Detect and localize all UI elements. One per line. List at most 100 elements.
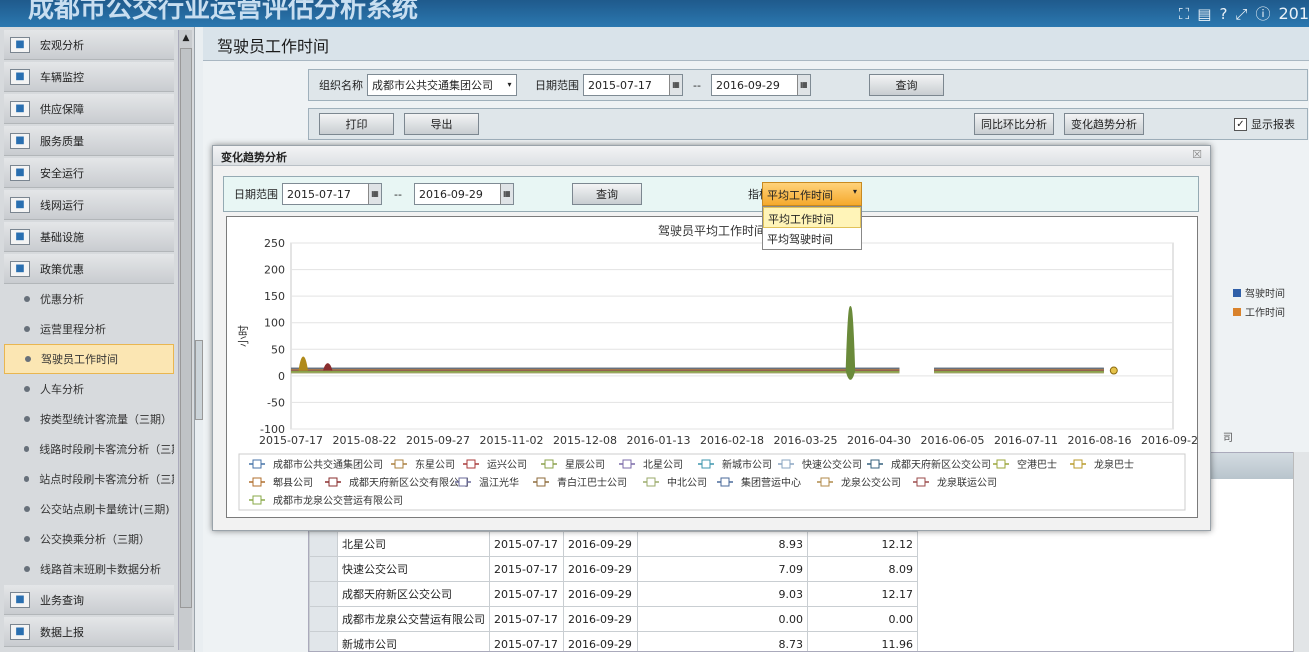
sidebar-item-2[interactable]: ■ 供应保障	[4, 94, 174, 124]
export-button[interactable]: 导出	[404, 113, 479, 135]
legend-marker	[536, 477, 546, 487]
table-cell: 成都市龙泉公交营运有限公司	[337, 606, 490, 632]
legend-label: 快速公交公司	[802, 458, 862, 471]
legend-label: 北星公司	[643, 459, 683, 471]
sidebar-subitem-7[interactable]: 公交站点刷卡量统计(三期)	[4, 494, 174, 524]
sidebar-item-label: 基础设施	[40, 230, 84, 244]
sidebar-subitem-label: 按类型统计客流量（三期）	[40, 413, 172, 426]
sidebar-subitem-5[interactable]: 线路时段刷卡客流分析（三期）	[4, 434, 174, 464]
legend-label: 星辰公司	[565, 459, 605, 471]
side-legend: 驾驶时间 工作时间	[1233, 285, 1308, 323]
sidebar-item-label: 政策优惠	[40, 262, 84, 276]
x-tick-label: 2016-03-25	[774, 434, 838, 447]
trend-analysis-button[interactable]: 变化趋势分析	[1064, 113, 1144, 135]
help-icon[interactable]: ?	[1219, 5, 1227, 23]
sidebar-subitem-2[interactable]: 驾驶员工作时间	[4, 344, 174, 374]
show-report-checkbox[interactable]: ✓	[1234, 117, 1247, 131]
y-tick-label: 50	[271, 343, 285, 356]
table-cell: 2015-07-17	[489, 531, 564, 557]
info-icon[interactable]: ⓘ	[1255, 3, 1270, 24]
sidebar-subitem-label: 运营里程分析	[40, 323, 106, 336]
sidebar-subitem-3[interactable]: 人车分析	[4, 374, 174, 404]
sidebar-bottom-item-0[interactable]: ■ 业务查询	[4, 585, 174, 615]
sidebar-scrollbar[interactable]: ▲	[178, 30, 192, 650]
metric-select[interactable]: 平均工作时间 ▾	[762, 182, 862, 206]
bullet-icon	[25, 356, 31, 362]
table-cell: 11.96	[807, 631, 918, 651]
x-tick-label: 2016-07-11	[994, 434, 1058, 447]
sidebar-item-4[interactable]: ■ 安全运行	[4, 158, 174, 188]
sidebar-item-6[interactable]: ■ 基础设施	[4, 222, 174, 252]
side-legend-item: 驾驶时间	[1233, 285, 1308, 300]
org-select[interactable]: 成都市公共交通集团公司 ▾	[367, 74, 517, 96]
legend-label: 郫县公司	[273, 476, 313, 489]
table-row[interactable]: 成都市龙泉公交营运有限公司 2015-07-17 2016-09-29 0.00 0.0…	[309, 606, 918, 632]
print-button[interactable]: 打印	[319, 113, 394, 135]
legend-marker	[394, 459, 404, 469]
keyboard-icon[interactable]: ▤	[1197, 5, 1211, 23]
supply-icon: ■	[10, 100, 30, 117]
sidebar-item-1[interactable]: ■ 车辆监控	[4, 62, 174, 92]
option-avg-drive-time[interactable]: 平均驾驶时间	[763, 228, 861, 249]
table-row[interactable]: 新城市公司 2015-07-17 2016-09-29 8.73 11.96	[309, 631, 918, 651]
grid-scrollbar[interactable]	[1293, 452, 1309, 652]
trend-chart: 驾驶员平均工作时间 250 200 150 100 50 0 -50 -100 2015-07-1…	[226, 216, 1198, 518]
plot-area	[290, 242, 1174, 430]
sidebar-subitem-8[interactable]: 公交换乘分析（三期）	[4, 524, 174, 554]
end-date-field[interactable]: 2016-09-29 ▦	[710, 74, 811, 96]
table-cell: 0.00	[807, 606, 918, 632]
chevron-down-icon: ▾	[852, 187, 857, 196]
range-label: 日期范围	[535, 79, 579, 92]
dialog-query-button[interactable]: 查询	[571, 183, 642, 205]
legend-label: 集团营运中心	[741, 476, 801, 489]
legend-label: 东星公司	[415, 458, 455, 471]
sidebar-collapse-handle[interactable]	[195, 340, 203, 420]
safety-icon: ■	[10, 164, 30, 181]
sidebar-subitem-6[interactable]: 站点时段刷卡客流分析（三期）	[4, 464, 174, 494]
sidebar-bottom-item-1[interactable]: ■ 数据上报	[4, 617, 174, 647]
table-row[interactable]: 成都天府新区公交公司 2015-07-17 2016-09-29 9.03 12.17	[309, 581, 918, 607]
show-report-label: 显示报表	[1251, 118, 1295, 131]
legend-marker	[701, 459, 711, 469]
table-row[interactable]: 北星公司 2015-07-17 2016-09-29 8.93 12.12	[309, 531, 918, 557]
sidebar-item-0[interactable]: ■ 宏观分析	[4, 30, 174, 60]
sidebar-subitem-label: 人车分析	[40, 383, 84, 396]
legend-marker	[544, 459, 554, 469]
sidebar-subitem-4[interactable]: 按类型统计客流量（三期）	[4, 404, 174, 434]
table-cell: 2015-07-17	[489, 556, 564, 582]
sidebar-subitem-9[interactable]: 线路首末班刷卡数据分析	[4, 554, 174, 584]
scroll-up-icon[interactable]: ▲	[179, 30, 193, 46]
sidebar-subitem-0[interactable]: 优惠分析	[4, 284, 174, 314]
app-title: 成都市公交行业运营评估分析系统	[28, 0, 419, 24]
close-icon[interactable]: ☒	[1192, 148, 1202, 161]
x-tick-label: 2015-08-22	[333, 434, 397, 447]
sidebar-item-label: 供应保障	[40, 102, 84, 116]
query-icon: ■	[10, 591, 30, 608]
sidebar-item-label: 业务查询	[40, 593, 84, 607]
sidebar-item-5[interactable]: ■ 线网运行	[4, 190, 174, 220]
table-cell: 9.03	[637, 581, 808, 607]
fullscreen-icon[interactable]: ⤢	[1235, 5, 1247, 23]
option-avg-work-time[interactable]: 平均工作时间	[763, 207, 861, 228]
app-header: 成都市公交行业运营评估分析系统 ⛶ ▤ ? ⤢ ⓘ 201	[0, 0, 1309, 27]
legend-marker	[252, 495, 262, 505]
bullet-icon	[24, 386, 30, 392]
y-tick-label: 150	[264, 290, 285, 303]
sidebar-item-7[interactable]: ■ 政策优惠	[4, 254, 174, 284]
table-cell: 2015-07-17	[489, 631, 564, 651]
scroll-thumb[interactable]	[180, 48, 192, 608]
y-tick-label: 250	[264, 237, 285, 250]
sidebar-subitem-1[interactable]: 运营里程分析	[4, 314, 174, 344]
report-icon: ■	[10, 623, 30, 640]
table-cell: 北星公司	[337, 531, 490, 557]
compare-analysis-button[interactable]: 同比环比分析	[974, 113, 1054, 135]
table-row[interactable]: 快速公交公司 2015-07-17 2016-09-29 7.09 8.09	[309, 556, 918, 582]
network-icon: ■	[10, 196, 30, 213]
sidebar-item-3[interactable]: ■ 服务质量	[4, 126, 174, 156]
dialog-end-date[interactable]: 2016-09-29 ▦	[413, 183, 514, 205]
start-date-field[interactable]: 2015-07-17 ▦	[583, 74, 683, 96]
y-tick-label: -50	[267, 396, 285, 409]
query-button[interactable]: 查询	[868, 74, 944, 96]
dialog-start-date[interactable]: 2015-07-17 ▦	[282, 183, 382, 205]
crop-icon[interactable]: ⛶	[1179, 5, 1190, 23]
